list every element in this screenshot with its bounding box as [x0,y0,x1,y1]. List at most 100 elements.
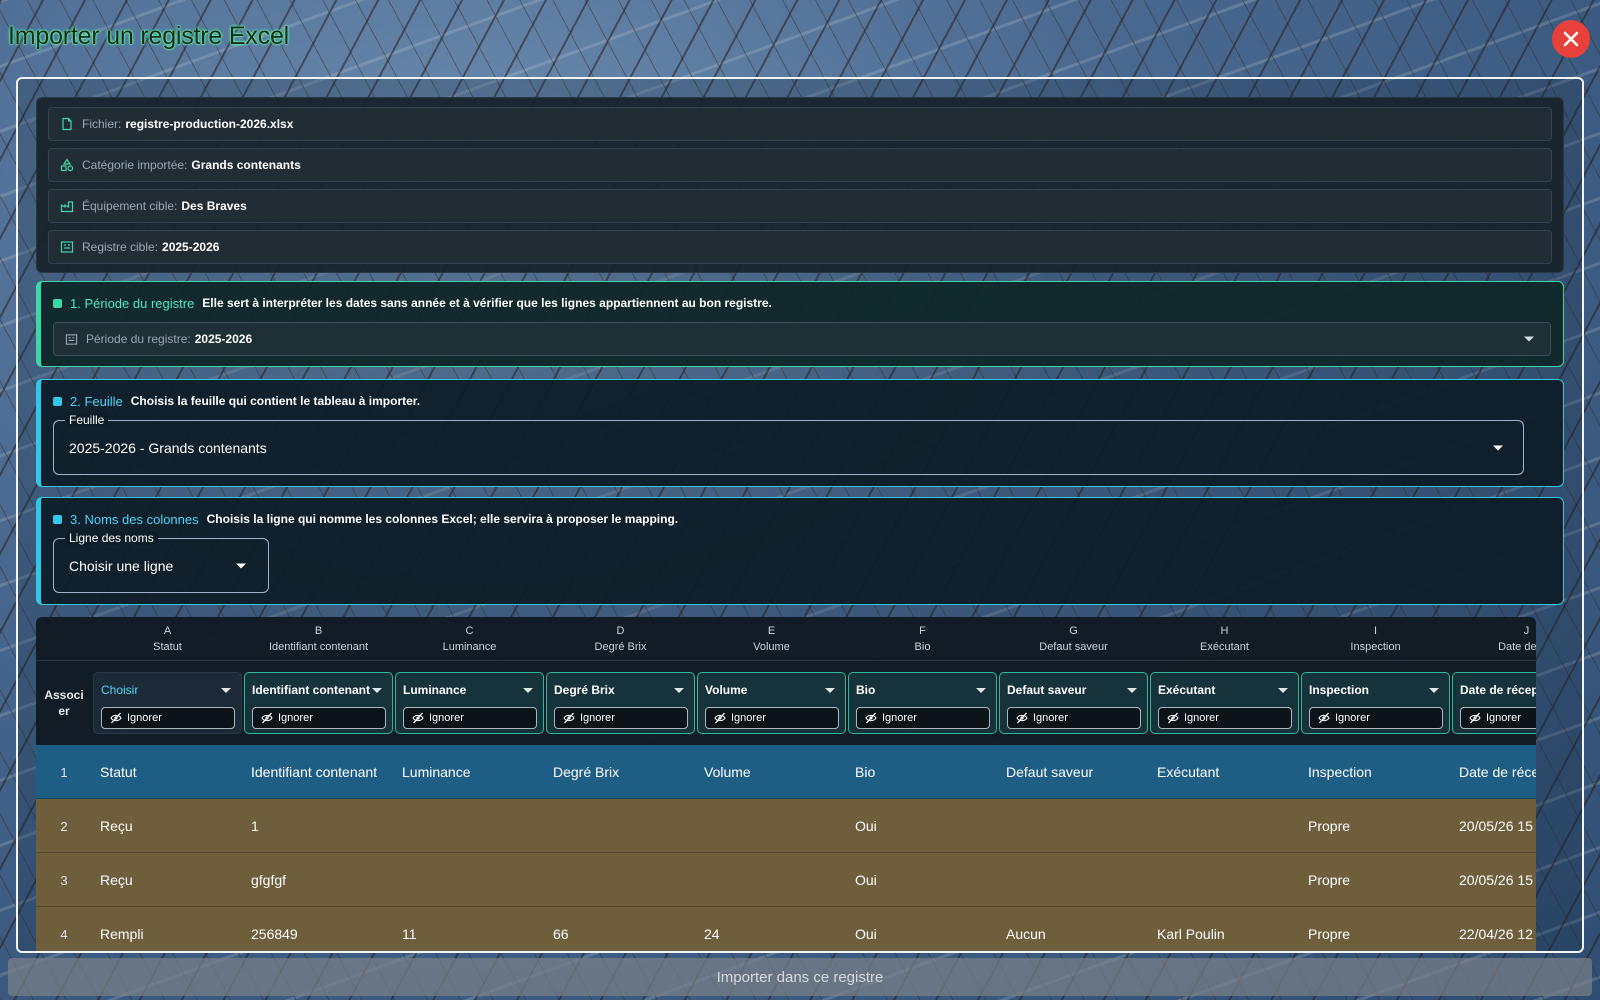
mapping-value: Date de récepti [1460,683,1536,697]
chevron-down-icon [523,688,533,693]
ignore-column-button[interactable]: Ignorer [705,707,839,729]
section-marker [53,396,62,406]
mapping-value: Defaut saveur [1007,683,1087,697]
header-row-select-value: Choisir une ligne [69,557,174,574]
column-mapping-select[interactable]: Exécutant Ignorer [1150,672,1299,734]
table-row: 4 Rempli 256849 11 66 24 Oui Aucun Karl Poulin Pr… [36,907,1536,951]
column-mapping-select[interactable]: Choisir Ignorer [93,672,242,734]
register-icon [60,240,74,254]
ignore-label: Ignorer [429,712,464,724]
chevron-down-icon [1127,688,1137,693]
ignore-column-button[interactable]: Ignorer [554,707,688,729]
table-row: 3 Reçu gfgfgf Oui Propre 20/05/26 15 [36,853,1536,907]
ignore-column-button[interactable]: Ignorer [101,707,235,729]
row-index: 3 [60,872,68,888]
column-name: Date de réc [1498,641,1536,653]
column-letter: H [1220,625,1229,637]
mapping-value: Exécutant [1158,683,1216,697]
table-cell: Propre [1308,926,1351,942]
header-row-select[interactable]: Ligne des noms Choisir une ligne [53,531,269,593]
column-letter: D [616,625,625,637]
section-sheet: 2. Feuille Choisis la feuille qui contie… [36,379,1564,487]
column-mapping-select[interactable]: Date de récepti Ignorer [1452,672,1536,734]
column-mapping-select[interactable]: Luminance Ignorer [395,672,544,734]
ignore-label: Ignorer [1184,712,1219,724]
table-cell: Reçu [100,872,133,888]
chevron-down-icon [1493,445,1503,450]
column-letter: E [767,625,776,637]
table-cell [1006,853,1149,907]
section-title: 1. Période du registre [70,295,195,311]
info-category: Catégorie importée: Grands contenants [48,148,1552,182]
factory-icon [60,199,74,213]
close-button[interactable] [1552,20,1590,58]
info-register: Registre cible: 2025-2026 [48,230,1552,264]
column-letter-header: J Date de réc [1451,623,1536,655]
info-value: Grands contenants [191,158,301,172]
table-cell: 1 [251,818,259,834]
ignore-column-button[interactable]: Ignorer [1309,707,1443,729]
table-cell [1157,799,1300,853]
table-cell: Aucun [1006,926,1046,942]
ignore-column-button[interactable]: Ignorer [403,707,537,729]
column-letter-header: B Identifiant contenant [243,623,394,655]
row-index: 4 [60,926,68,942]
column-letter-header: F Bio [847,623,998,655]
mapping-value: Inspection [1309,683,1370,697]
table-cell [1006,799,1149,853]
table-cell: Inspection [1308,764,1372,780]
ignore-column-button[interactable]: Ignorer [1460,707,1536,729]
column-letter-header: I Inspection [1300,623,1451,655]
column-letter: A [163,625,172,637]
eye-off-icon [412,712,429,724]
eye-off-icon [110,712,127,724]
ignore-label: Ignorer [278,712,313,724]
column-letter: G [1069,625,1078,637]
table-cell: Volume [704,764,751,780]
column-letter: F [919,625,926,637]
column-name: Defaut saveur [1039,641,1108,653]
column-mapping-select[interactable]: Inspection Ignorer [1301,672,1450,734]
column-letter: C [465,625,474,637]
column-name: Exécutant [1200,641,1249,653]
table-cell: Karl Poulin [1157,926,1225,942]
column-name: Bio [914,641,931,653]
mapping-value: Identifiant contenant [252,683,370,697]
associer-label: Associ er [44,688,84,718]
eye-off-icon [261,712,278,724]
ignore-column-button[interactable]: Ignorer [252,707,386,729]
ignore-label: Ignorer [1335,712,1370,724]
info-value: Des Braves [181,199,247,213]
table-cell: Degré Brix [553,764,620,780]
table-cell: Oui [855,818,877,834]
column-mapping-select[interactable]: Degré Brix Ignorer [546,672,695,734]
ignore-column-button[interactable]: Ignorer [856,707,990,729]
ignore-label: Ignorer [1486,712,1521,724]
table-cell: Oui [855,926,877,942]
sheet-select-value: 2025-2026 - Grands contenants [69,439,267,456]
ignore-column-button[interactable]: Ignorer [1158,707,1292,729]
sheet-select[interactable]: Feuille 2025-2026 - Grands contenants [53,413,1524,475]
column-mapping-select[interactable]: Identifiant contenant Ignorer [244,672,393,734]
table-cell: 22/04/26 12 [1459,926,1533,942]
column-mapping-select[interactable]: Bio Ignorer [848,672,997,734]
period-select[interactable]: Période du registre: 2025-2026 [53,322,1551,356]
import-button[interactable]: Importer dans ce registre [8,958,1592,996]
table-cell [1157,853,1300,907]
eye-off-icon [1318,712,1335,724]
ignore-label: Ignorer [882,712,917,724]
mapping-value: Luminance [403,683,467,697]
row-index: 1 [60,764,68,780]
ignore-label: Ignorer [731,712,766,724]
chevron-down-icon [1429,688,1439,693]
ignore-label: Ignorer [1033,712,1068,724]
column-name: Statut [153,641,182,653]
ignore-column-button[interactable]: Ignorer [1007,707,1141,729]
section-period: 1. Période du registre Elle sert à inter… [36,281,1564,367]
column-mapping-select[interactable]: Volume Ignorer [697,672,846,734]
chevron-down-icon [221,688,231,693]
chevron-down-icon [674,688,684,693]
eye-off-icon [563,712,580,724]
info-label: Fichier: [82,117,122,131]
column-mapping-select[interactable]: Defaut saveur Ignorer [999,672,1148,734]
